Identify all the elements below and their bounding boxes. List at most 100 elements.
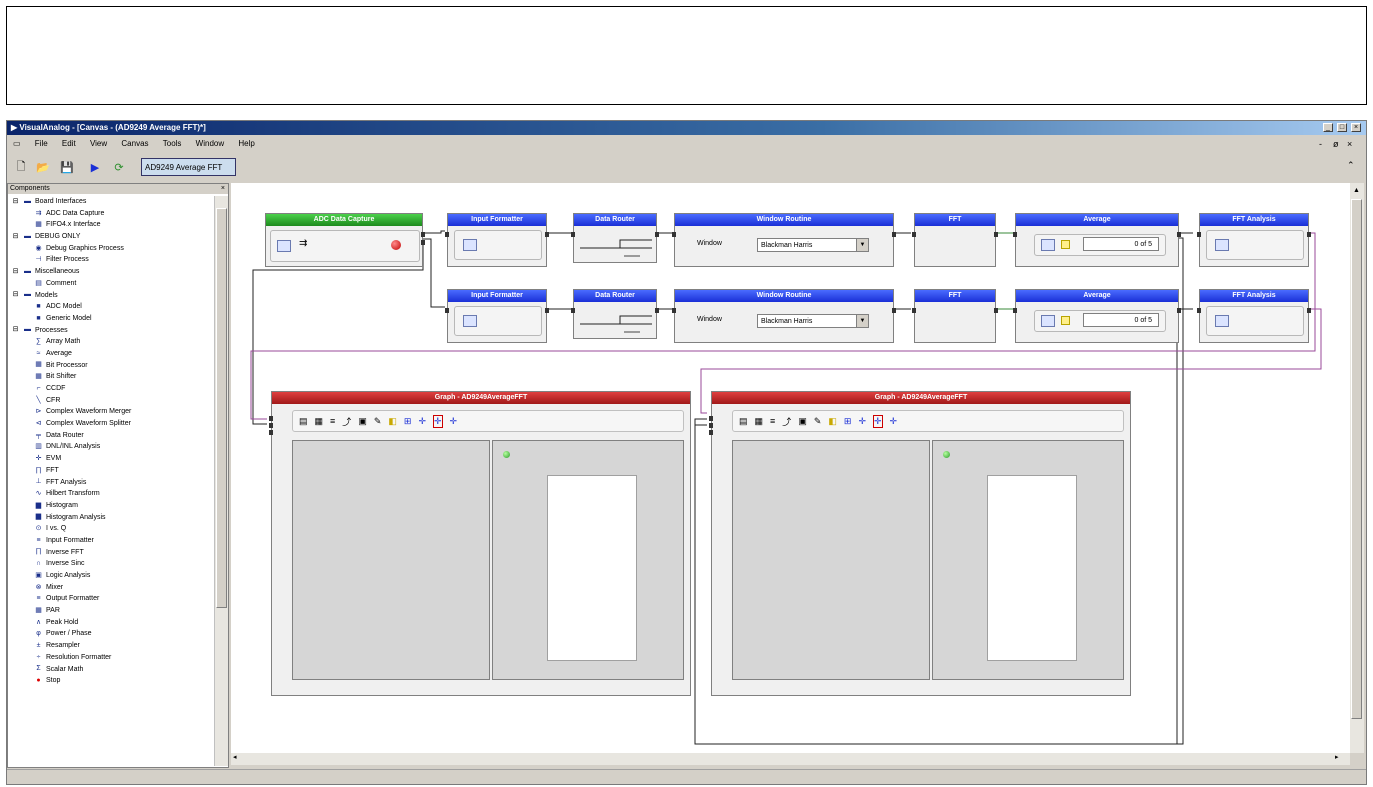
canvas-scroll-thumb[interactable] xyxy=(1351,199,1362,719)
mdi-close-button[interactable]: × xyxy=(1347,136,1352,152)
input-port[interactable] xyxy=(571,232,575,237)
collapse-icon[interactable]: ⊟ xyxy=(11,198,20,206)
pan-icon[interactable]: ✛ xyxy=(890,416,898,427)
tree-item[interactable]: φ Power / Phase xyxy=(8,628,214,640)
output-port[interactable] xyxy=(1177,308,1181,313)
mdi-minimize-button[interactable]: - xyxy=(1319,136,1322,152)
input-port[interactable] xyxy=(709,430,713,435)
data-router-block[interactable]: Data Router xyxy=(571,213,659,263)
align-icon[interactable]: ≡ xyxy=(330,416,335,426)
graph-block[interactable]: Graph - AD9249AverageFFT ▤ ▦ ≡ ⤴ ▣ ✎ ◧ ⊞… xyxy=(269,391,691,696)
tree-item[interactable]: ▤ Comment xyxy=(8,278,214,290)
input-port[interactable] xyxy=(1197,308,1201,313)
output-port[interactable] xyxy=(655,232,659,237)
chevron-down-icon[interactable]: ▼ xyxy=(856,315,868,327)
align-icon[interactable]: ≡ xyxy=(770,416,775,426)
menu-canvas[interactable]: Canvas xyxy=(115,136,154,152)
fft-analysis-block[interactable]: FFT Analysis xyxy=(1197,289,1311,343)
tree-item[interactable]: Σ Scalar Math xyxy=(8,664,214,676)
scroll-left-icon[interactable]: ◂ xyxy=(233,753,243,765)
grid-icon[interactable]: ⊞ xyxy=(844,416,852,427)
graph-plot-area[interactable] xyxy=(292,440,490,680)
average-block[interactable]: Average 0 of 5 xyxy=(1013,213,1181,267)
output-port[interactable] xyxy=(545,232,549,237)
tree-item[interactable]: ⊥ FFT Analysis xyxy=(8,477,214,489)
tree-item[interactable]: ╤ Data Router xyxy=(8,430,214,442)
output-port[interactable] xyxy=(994,308,998,313)
input-port[interactable] xyxy=(269,430,273,435)
tree-item[interactable]: ▥ DNL/INL Analysis xyxy=(8,441,214,453)
average-block[interactable]: Average 0 of 5 xyxy=(1013,289,1181,343)
graph-block[interactable]: Graph - AD9249AverageFFT ▤ ▦ ≡ ⤴ ▣ ✎ ◧ ⊞… xyxy=(709,391,1131,696)
tree-item[interactable]: ⊟ ▬ Miscellaneous xyxy=(8,266,214,278)
tree-item[interactable]: ∏ FFT xyxy=(8,465,214,477)
fft-block[interactable]: FFT xyxy=(912,289,998,343)
grid-icon[interactable]: ⊞ xyxy=(404,416,412,427)
canvas-horizontal-scrollbar[interactable]: ◂ ▸ xyxy=(231,753,1350,765)
tree-item[interactable]: ∿ Hilbert Transform xyxy=(8,488,214,500)
collapse-icon[interactable]: ⊟ xyxy=(11,268,20,276)
channel-icon[interactable]: ⇉ xyxy=(299,238,307,249)
output-port[interactable] xyxy=(892,308,896,313)
scroll-right-icon[interactable]: ▸ xyxy=(1335,753,1345,765)
settings-icon[interactable] xyxy=(1041,315,1055,327)
tree-item[interactable]: ■ ADC Model xyxy=(8,301,214,313)
settings-icon[interactable] xyxy=(1041,239,1055,251)
output-port[interactable] xyxy=(994,232,998,237)
output-port[interactable] xyxy=(421,232,425,237)
pen-icon[interactable]: ✎ xyxy=(374,416,382,427)
zoom-box-icon[interactable]: ✛ xyxy=(872,414,883,428)
tree-item[interactable]: ╲ CFR xyxy=(8,395,214,407)
tree-item[interactable]: ■ Generic Model xyxy=(8,313,214,325)
open-icon[interactable]: 📂 xyxy=(35,159,51,175)
window-select[interactable]: Blackman Harris ▼ xyxy=(757,314,869,328)
pan-icon[interactable]: ✛ xyxy=(450,416,458,427)
collapse-icon[interactable]: ⊟ xyxy=(11,326,20,334)
scroll-up-icon[interactable]: ▲ xyxy=(1351,187,1362,197)
tree-item[interactable]: ▦ Bit Shifter xyxy=(8,371,214,383)
chevron-down-icon[interactable]: ▼ xyxy=(856,239,868,251)
reset-icon[interactable] xyxy=(1061,240,1070,249)
save-icon[interactable]: ▣ xyxy=(798,416,807,427)
input-port[interactable] xyxy=(571,308,575,313)
graph-results-area[interactable] xyxy=(932,440,1124,680)
settings-icon[interactable] xyxy=(277,240,291,252)
input-port[interactable] xyxy=(672,308,676,313)
tree-item[interactable]: ▦ Bit Processor xyxy=(8,360,214,372)
input-port[interactable] xyxy=(445,232,449,237)
output-port[interactable] xyxy=(1307,308,1311,313)
tree-item[interactable]: ∑ Array Math xyxy=(8,336,214,348)
collapse-icon[interactable]: ⊟ xyxy=(11,291,20,299)
output-port[interactable] xyxy=(545,308,549,313)
tree-item[interactable]: ∩ Inverse Sinc xyxy=(8,558,214,570)
settings-icon[interactable]: ▤ xyxy=(299,416,308,427)
tree-item[interactable]: ◉ Debug Graphics Process xyxy=(8,243,214,255)
graph-results-area[interactable] xyxy=(492,440,684,680)
tree-item[interactable]: ≈ Average xyxy=(8,348,214,360)
tree-item[interactable]: ⊳ Complex Waveform Merger xyxy=(8,406,214,418)
menu-edit[interactable]: Edit xyxy=(56,136,82,152)
fft-block[interactable]: FFT xyxy=(912,213,998,267)
settings-icon[interactable] xyxy=(1215,315,1229,327)
sidebar-scrollbar[interactable] xyxy=(214,196,228,766)
zoom-icon[interactable]: ✛ xyxy=(418,416,426,427)
input-port[interactable] xyxy=(709,416,713,421)
tree-item[interactable]: ⊟ ▬ Board Interfaces xyxy=(8,196,214,208)
tree-item[interactable]: ● Stop xyxy=(8,675,214,687)
data-router-block[interactable]: Data Router xyxy=(571,289,659,339)
output-port[interactable] xyxy=(1307,232,1311,237)
maximize-button[interactable]: □ xyxy=(1337,123,1347,132)
input-port[interactable] xyxy=(672,232,676,237)
save-icon[interactable]: 💾 xyxy=(59,159,75,175)
pen-icon[interactable]: ✎ xyxy=(814,416,822,427)
input-port[interactable] xyxy=(445,308,449,313)
input-port[interactable] xyxy=(709,423,713,428)
export-icon[interactable]: ⤴ xyxy=(342,415,351,428)
tree-item[interactable]: ⊟ ▬ DEBUG ONLY xyxy=(8,231,214,243)
input-port[interactable] xyxy=(269,416,273,421)
canvas-vertical-scrollbar[interactable]: ▲ xyxy=(1350,183,1364,753)
tree-item[interactable]: ∧ Peak Hold xyxy=(8,617,214,629)
marker-icon[interactable]: ◧ xyxy=(828,416,837,427)
canvas-area[interactable]: ADC Data Capture ⇉ Input Formatter Data … xyxy=(231,183,1362,753)
table-icon[interactable]: ▦ xyxy=(755,416,764,427)
